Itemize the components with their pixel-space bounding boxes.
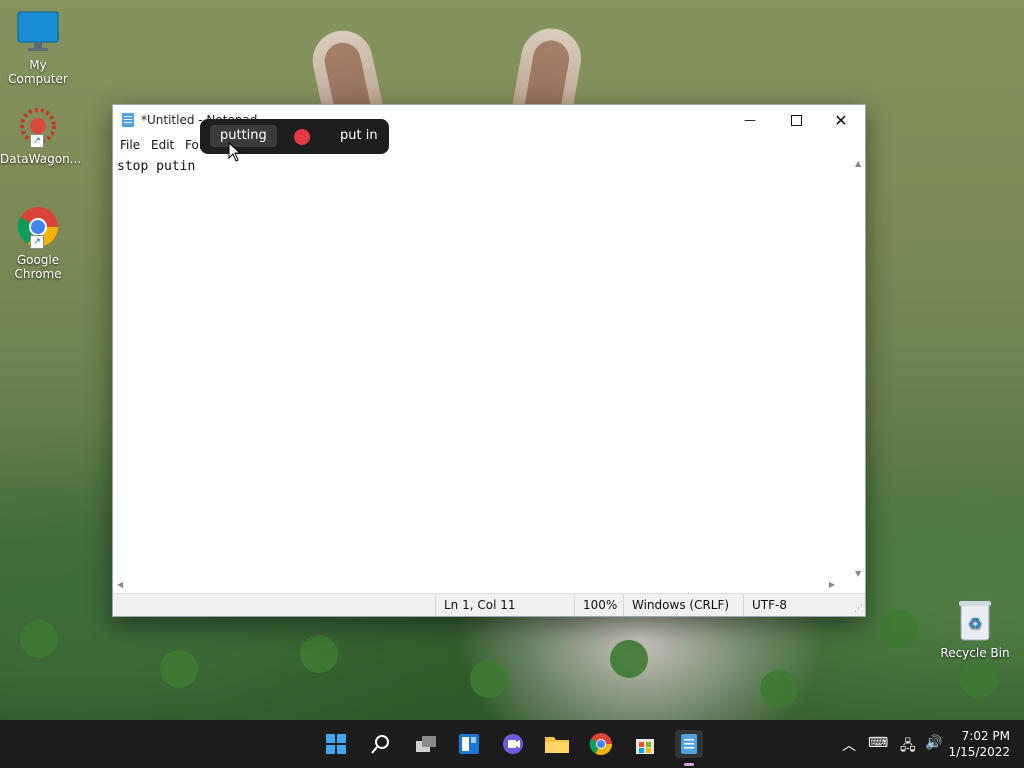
search-button[interactable]: [367, 730, 395, 758]
monitor-icon: [16, 10, 60, 54]
start-button[interactable]: [322, 730, 350, 758]
emoji-suggestion-icon[interactable]: [294, 129, 310, 145]
task-view-button[interactable]: [412, 730, 440, 758]
taskbar: ︿ ⌨ 🖧 🔊 7:02 PM 1/15/2022: [0, 720, 1024, 768]
notepad-icon: [681, 734, 697, 754]
shortcut-arrow-icon: ↗: [30, 134, 44, 148]
notepad-window[interactable]: *Untitled - Notepad — ✕ File Edit For st…: [112, 104, 866, 617]
active-indicator: [684, 763, 694, 766]
resize-grip-icon[interactable]: ⋰: [854, 604, 863, 614]
close-icon: ✕: [834, 110, 848, 130]
minimize-button[interactable]: —: [727, 105, 773, 135]
chrome-icon: [589, 733, 612, 755]
minimize-icon: —: [744, 113, 756, 127]
windows-icon: [326, 734, 346, 754]
folder-icon: [545, 737, 569, 753]
keyboard-icon[interactable]: ⌨: [868, 735, 888, 751]
clock[interactable]: 7:02 PM 1/15/2022: [948, 728, 1010, 760]
status-zoom: 100%: [574, 594, 627, 616]
close-button[interactable]: ✕: [818, 105, 864, 135]
maximize-icon: [790, 114, 802, 126]
menu-file[interactable]: File: [120, 138, 140, 152]
chrome-taskbar-button[interactable]: [587, 730, 615, 758]
suggestion-item[interactable]: putting: [210, 125, 277, 147]
svg-text:♻: ♻: [968, 614, 982, 633]
vertical-scrollbar[interactable]: ▲ ▼: [853, 157, 865, 580]
scroll-left-icon[interactable]: ◀: [117, 580, 123, 589]
volume-icon[interactable]: 🔊: [925, 735, 942, 751]
chat-button[interactable]: [499, 730, 527, 758]
desktop-icon-google-chrome[interactable]: ↗ Google Chrome: [0, 205, 76, 281]
chrome-icon: ↗: [16, 205, 60, 249]
recycle-bin-icon: ♻: [955, 598, 995, 642]
scroll-right-icon[interactable]: ▶: [829, 580, 835, 589]
desktop-icon-label: DataWagon...: [0, 152, 82, 166]
desktop-icon-label: Recycle Bin: [940, 646, 1010, 660]
store-icon: [636, 739, 654, 754]
notepad-taskbar-button[interactable]: [675, 730, 703, 766]
chevron-up-icon[interactable]: ︿: [842, 735, 856, 755]
clock-time: 7:02 PM: [961, 729, 1010, 743]
notepad-icon: [121, 112, 135, 128]
desktop-icon-my-computer[interactable]: My Computer: [0, 10, 76, 86]
shortcut-arrow-icon: ↗: [30, 235, 44, 249]
scroll-down-icon[interactable]: ▼: [855, 569, 861, 578]
datawagon-icon: ↗: [16, 104, 60, 148]
menu-edit[interactable]: Edit: [151, 138, 174, 152]
status-encoding: UTF-8: [743, 594, 852, 616]
desktop-icon-label: Google Chrome: [14, 253, 62, 281]
clock-date: 1/15/2022: [948, 745, 1010, 759]
task-view-icon: [416, 736, 436, 752]
horizontal-scrollbar[interactable]: ◀ ▶: [113, 580, 853, 592]
store-button[interactable]: [631, 730, 659, 758]
suggestion-item[interactable]: put in: [330, 125, 388, 147]
desktop-icon-label: My Computer: [8, 58, 68, 86]
status-line-ending: Windows (CRLF): [623, 594, 744, 616]
status-bar: Ln 1, Col 11 100% Windows (CRLF) UTF-8 ⋰: [113, 593, 865, 616]
network-icon[interactable]: 🖧: [900, 735, 916, 759]
search-icon: [371, 735, 389, 754]
widgets-icon: [459, 734, 479, 754]
maximize-button[interactable]: [773, 105, 819, 135]
desktop-icon-recycle-bin[interactable]: ♻ Recycle Bin: [937, 598, 1013, 660]
scroll-up-icon[interactable]: ▲: [855, 159, 861, 168]
status-position: Ln 1, Col 11: [435, 594, 574, 616]
editor-content: stop putin: [117, 159, 196, 174]
mouse-cursor-icon: [228, 141, 242, 165]
widgets-button[interactable]: [455, 730, 483, 758]
chat-icon: [503, 734, 523, 754]
file-explorer-button[interactable]: [543, 730, 571, 758]
text-editor[interactable]: stop putin: [113, 157, 853, 580]
desktop-icon-datawagon[interactable]: ↗ DataWagon...: [0, 104, 82, 166]
